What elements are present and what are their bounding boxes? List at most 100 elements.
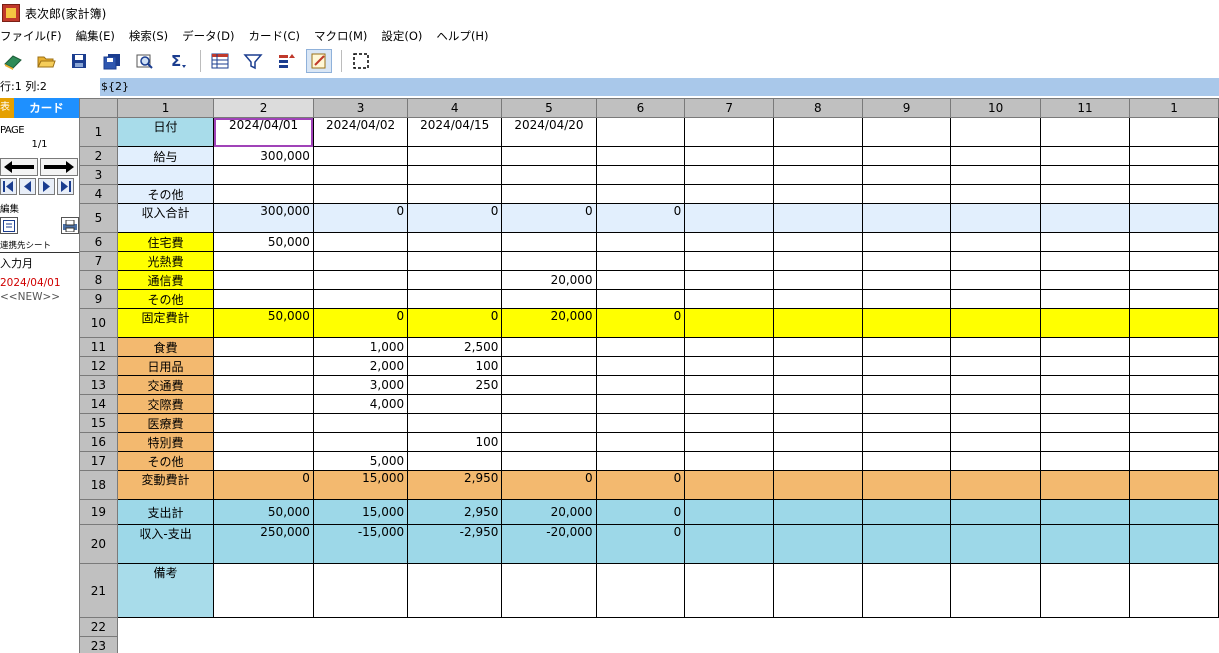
grid-cell[interactable] [861,308,952,338]
tab-record[interactable]: 表記 [0,98,14,118]
row-header[interactable]: 23 [79,636,118,653]
grid-cell[interactable] [684,308,774,338]
grid-cell[interactable] [950,470,1041,500]
grid-cell[interactable] [772,499,863,525]
grid-cell[interactable]: 20,000 [501,270,597,290]
grid-cell[interactable] [772,232,863,252]
grid-cell[interactable] [684,117,774,147]
grid-cell[interactable] [595,375,686,395]
grid-cell[interactable] [501,184,597,204]
grid-cell[interactable]: 0 [501,203,597,233]
grid-cell[interactable] [772,356,863,376]
sum-button[interactable]: Σ [165,49,191,73]
column-header[interactable]: 6 [595,98,686,118]
grid-cell[interactable] [501,432,597,452]
grid-cell[interactable] [595,432,686,452]
row-header[interactable]: 8 [79,270,118,290]
grid-cell[interactable]: 50,000 [213,308,314,338]
grid-cell[interactable]: 2024/04/20 [501,117,597,147]
print-card-button[interactable] [61,217,79,234]
grid-cell[interactable] [861,499,952,525]
grid-cell[interactable] [1039,203,1131,233]
grid-cell[interactable] [1129,232,1219,252]
grid-cell[interactable] [772,432,863,452]
grid-cell[interactable]: 0 [407,203,503,233]
grid-cell[interactable] [1129,289,1219,309]
grid-cell[interactable] [950,232,1041,252]
grid-cell[interactable] [861,232,952,252]
grid-cell[interactable] [1039,251,1131,271]
row-header[interactable]: 7 [79,251,118,271]
grid-cell[interactable] [772,251,863,271]
grid-cell[interactable] [501,413,597,433]
grid-cell[interactable]: 100 [407,432,503,452]
grid-cell[interactable] [213,184,314,204]
grid-cell[interactable]: -2,950 [407,524,503,564]
grid-cell[interactable] [1039,146,1131,166]
grid-cell[interactable] [684,232,774,252]
grid-cell[interactable] [861,165,952,185]
row-label[interactable]: 収入合計 [116,203,215,233]
grid-cell[interactable]: 0 [595,499,686,525]
row-header[interactable]: 20 [79,524,118,564]
grid-cell[interactable] [213,270,314,290]
grid-cell[interactable] [861,451,952,471]
row-header[interactable]: 22 [79,617,118,637]
grid-cell[interactable] [861,375,952,395]
grid-cell[interactable] [950,337,1041,357]
grid-cell[interactable]: 2,000 [312,356,409,376]
grid-cell[interactable] [1129,413,1219,433]
grid-cell[interactable] [950,394,1041,414]
grid-cell[interactable] [684,251,774,271]
grid-cell[interactable] [1129,451,1219,471]
grid-cell[interactable] [501,394,597,414]
grid-cell[interactable] [1039,165,1131,185]
grid-cell[interactable] [684,289,774,309]
grid-cell[interactable]: 2024/04/02 [312,117,409,147]
grid-cell[interactable] [213,563,314,618]
grid-cell[interactable]: 0 [595,524,686,564]
grid-cell[interactable] [1039,413,1131,433]
grid-cell[interactable] [950,289,1041,309]
grid-cell[interactable] [407,270,503,290]
grid-cell[interactable] [407,563,503,618]
grid-cell[interactable]: 0 [595,308,686,338]
grid-cell[interactable] [407,232,503,252]
grid-cell[interactable] [407,184,503,204]
grid-cell[interactable] [213,289,314,309]
grid-cell[interactable] [501,289,597,309]
menu-card[interactable]: カード(C) [248,28,307,44]
grid-cell[interactable] [595,117,686,147]
tab-card[interactable]: カード [14,98,79,118]
row-header[interactable]: 10 [79,308,118,338]
grid-cell[interactable] [1129,524,1219,564]
sort-button[interactable] [273,49,299,73]
grid-cell[interactable] [950,524,1041,564]
grid-cell[interactable] [772,308,863,338]
row-label[interactable]: 医療費 [116,413,215,433]
grid-cell[interactable] [684,337,774,357]
save-button[interactable] [66,49,92,73]
row-header[interactable]: 16 [79,432,118,452]
grid-cell[interactable] [1039,524,1131,564]
column-header[interactable]: 5 [501,98,597,118]
next-card-button[interactable] [40,158,78,176]
row-label[interactable]: 通信費 [116,270,215,290]
grid-cell[interactable] [1129,432,1219,452]
grid-cell[interactable] [1039,356,1131,376]
grid-cell[interactable] [772,337,863,357]
grid-cell[interactable] [213,451,314,471]
menu-search[interactable]: 検索(S) [129,28,175,44]
grid-cell[interactable] [1129,270,1219,290]
grid-cell[interactable] [213,394,314,414]
column-header[interactable]: 10 [950,98,1041,118]
grid-cell[interactable]: 0 [213,470,314,500]
grid-cell[interactable] [950,270,1041,290]
grid-cell[interactable]: 50,000 [213,499,314,525]
row-header[interactable]: 21 [79,563,118,618]
grid-cell[interactable] [213,432,314,452]
grid-cell[interactable] [684,146,774,166]
grid-cell[interactable] [407,394,503,414]
grid-cell[interactable]: 20,000 [501,308,597,338]
grid-cell[interactable] [950,165,1041,185]
